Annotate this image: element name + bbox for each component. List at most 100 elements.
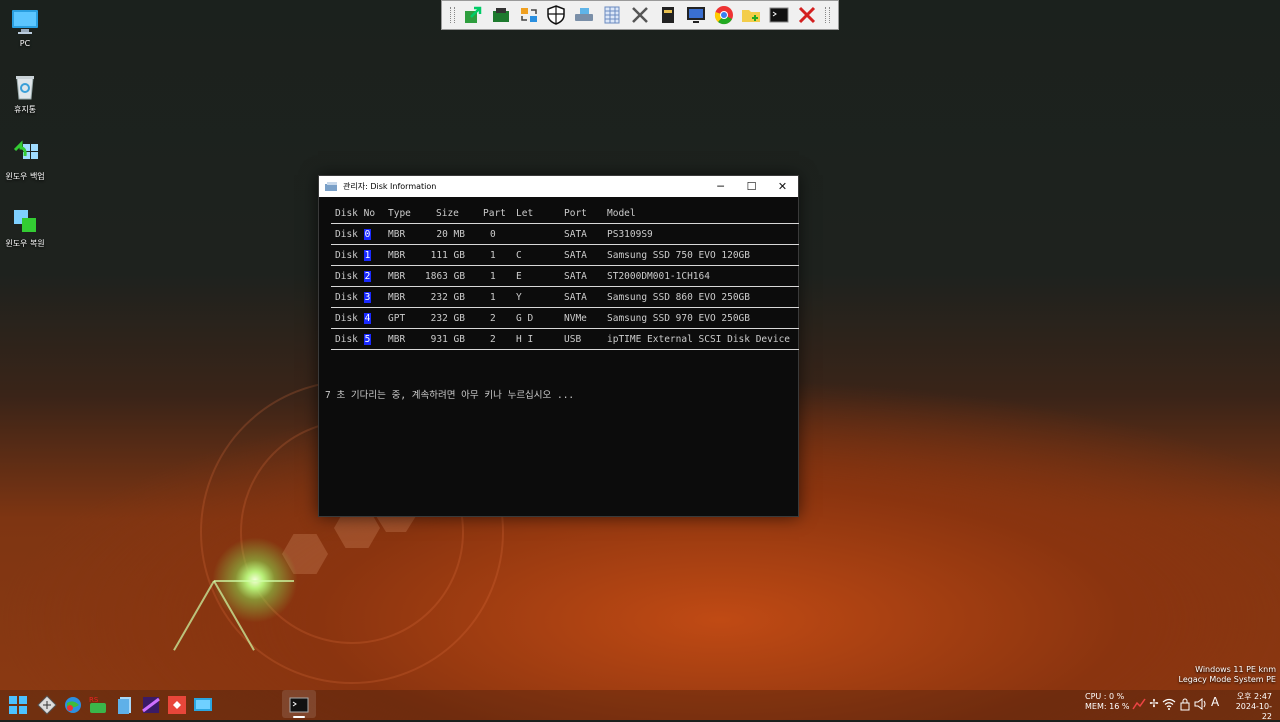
desktop-icon-pc[interactable]: PC xyxy=(0,8,50,48)
type-cell: MBR xyxy=(388,334,406,345)
toolbar-grip[interactable] xyxy=(450,7,455,23)
table-row: Disk 3 MBR 232 GB 1 Y SATA Samsung SSD 8… xyxy=(331,288,799,308)
taskbar-app-globe[interactable] xyxy=(63,695,83,715)
header-size: Size xyxy=(436,208,459,219)
model-cell: Samsung SSD 860 EVO 250GB xyxy=(607,292,750,303)
speaker-icon[interactable] xyxy=(1193,697,1207,711)
ime-indicator[interactable]: A xyxy=(1211,696,1219,708)
window-titlebar[interactable]: 관리자: Disk Information ─ ☐ ✕ xyxy=(319,176,798,197)
image-app-icon xyxy=(142,697,160,713)
drive-icon[interactable] xyxy=(573,3,596,27)
restore-icon xyxy=(11,207,39,235)
port-cell: SATA xyxy=(564,250,587,261)
transfer-icon[interactable] xyxy=(517,3,540,27)
export-icon[interactable] xyxy=(461,3,484,27)
close-button[interactable]: ✕ xyxy=(767,176,798,197)
disk-number: 5 xyxy=(363,334,372,345)
folder-add-icon[interactable] xyxy=(740,3,763,27)
part-cell: 1 xyxy=(490,271,496,282)
disk-cell: Disk 2 xyxy=(335,267,372,287)
remote-app-icon xyxy=(168,696,186,714)
tools-icon[interactable] xyxy=(628,3,651,27)
maximize-button[interactable]: ☐ xyxy=(736,176,767,197)
part-cell: 0 xyxy=(490,229,496,240)
taskbar-app-files[interactable] xyxy=(115,695,135,715)
taskbar-app-rs[interactable]: RS xyxy=(88,695,108,715)
desktop-icon-windows-backup[interactable]: 윈도우 백업 xyxy=(0,140,50,182)
desktop-icon-label: 휴지통 xyxy=(13,105,37,114)
monitor-icon[interactable] xyxy=(684,3,707,27)
active-indicator xyxy=(293,716,305,718)
diamond-app-icon xyxy=(37,695,57,715)
minimize-button[interactable]: ─ xyxy=(705,176,736,197)
type-cell: GPT xyxy=(388,313,406,324)
disk-label: Disk xyxy=(335,334,358,345)
os-mode: Legacy Mode System PE xyxy=(1178,675,1277,684)
model-cell: PS3109S9 xyxy=(607,229,653,240)
taskbar-app-monitor[interactable] xyxy=(193,695,213,715)
table-row: Disk 4 GPT 232 GB 2 G D NVMe Samsung SSD… xyxy=(331,309,799,329)
screen-app-icon xyxy=(194,698,212,711)
let-cell: H I xyxy=(516,334,534,345)
desktop-icon-label: PC xyxy=(19,39,31,48)
model-cell: Samsung SSD 970 EVO 250GB xyxy=(607,313,750,324)
lock-icon[interactable] xyxy=(1178,697,1192,711)
part-cell: 1 xyxy=(490,292,496,303)
type-cell: MBR xyxy=(388,292,406,303)
desktop-icon-recycle-bin[interactable]: 휴지통 xyxy=(0,73,50,115)
clock[interactable]: 오후 2:47 2024-10-22 xyxy=(1226,692,1272,722)
taskbar-app-purple[interactable] xyxy=(141,695,161,715)
desktop-icon-label: 윈도우 복원 xyxy=(5,239,45,248)
disk-number: 2 xyxy=(363,271,372,282)
shield-icon[interactable] xyxy=(545,3,568,27)
taskbar-app-diamond[interactable] xyxy=(37,695,57,715)
console-window[interactable]: 관리자: Disk Information ─ ☐ ✕ Disk No Type… xyxy=(318,175,799,517)
windows-logo-icon xyxy=(9,696,27,714)
wallpaper-flare-ray xyxy=(173,580,215,651)
wait-message: 7 초 기다리는 중, 계속하려면 아무 키나 누르십시오 ... xyxy=(325,390,575,401)
start-button[interactable] xyxy=(8,695,28,715)
disk-number: 4 xyxy=(363,313,372,324)
disk-cell: Disk 5 xyxy=(335,330,372,350)
taskbar-app-anydesk[interactable] xyxy=(167,695,187,715)
grid-icon[interactable] xyxy=(601,3,624,27)
disk-label: Disk xyxy=(335,229,358,240)
disk-cell: Disk 3 xyxy=(335,288,372,308)
type-cell: MBR xyxy=(388,271,406,282)
chart-icon[interactable] xyxy=(1132,697,1146,711)
part-cell: 2 xyxy=(490,334,496,345)
close-x-icon[interactable] xyxy=(796,3,819,27)
clock-time: 오후 2:47 xyxy=(1236,692,1272,701)
card-icon[interactable] xyxy=(489,3,512,27)
size-cell: 20 MB xyxy=(436,229,465,240)
size-cell: 232 GB xyxy=(430,313,465,324)
globe-app-icon xyxy=(65,697,81,713)
header-type: Type xyxy=(388,208,411,219)
header-model: Model xyxy=(607,208,636,219)
launcher-toolbar xyxy=(441,0,839,30)
network-icon[interactable]: ✢ xyxy=(1147,697,1161,711)
part-cell: 2 xyxy=(490,313,496,324)
wifi-icon[interactable] xyxy=(1162,697,1176,711)
part-cell: 1 xyxy=(490,250,496,261)
let-cell: Y xyxy=(516,292,522,303)
chrome-icon[interactable] xyxy=(712,3,735,27)
console-app-icon xyxy=(325,181,339,193)
desktop-icon-windows-restore[interactable]: 윈도우 복원 xyxy=(0,207,50,249)
port-cell: NVMe xyxy=(564,313,587,324)
model-cell: Samsung SSD 750 EVO 120GB xyxy=(607,250,750,261)
book-icon[interactable] xyxy=(656,3,679,27)
recycle-bin-icon xyxy=(11,73,39,101)
terminal-icon[interactable] xyxy=(768,3,791,27)
taskbar-console-button[interactable] xyxy=(289,695,309,715)
port-cell: SATA xyxy=(564,292,587,303)
type-cell: MBR xyxy=(388,229,406,240)
terminal-icon xyxy=(289,697,309,713)
console-output[interactable]: Disk No Type Size Part Let Port Model Di… xyxy=(319,197,799,517)
backup-icon xyxy=(11,140,39,168)
size-cell: 111 GB xyxy=(430,250,465,261)
os-edition: Windows 11 PE knm xyxy=(1195,665,1276,674)
system-monitor: CPU : 0 % MEM: 16 % xyxy=(1085,692,1129,712)
toolbar-grip[interactable] xyxy=(825,7,830,23)
desktop-icon-label: 윈도우 백업 xyxy=(5,172,45,181)
